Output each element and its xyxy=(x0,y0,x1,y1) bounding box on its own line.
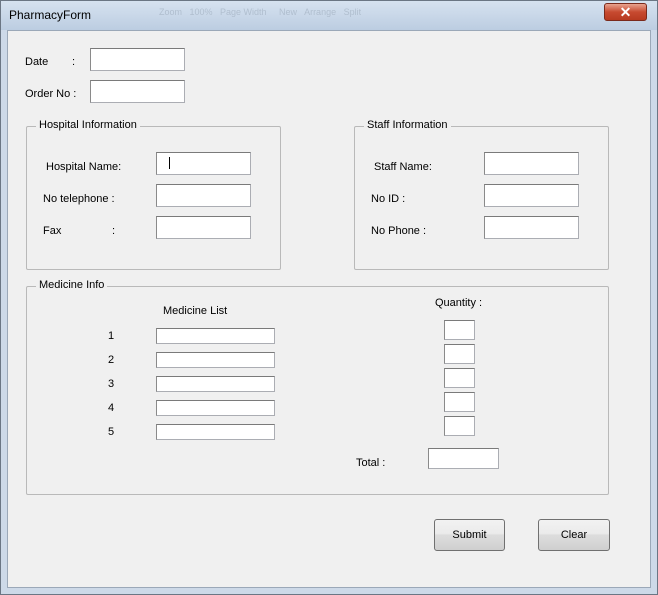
hospital-info-frame: Hospital Information Hospital Name: No t… xyxy=(26,119,281,270)
staff-phone-label: No Phone : xyxy=(371,225,427,237)
medicine-quantity-field[interactable] xyxy=(444,368,475,388)
staff-name-field[interactable] xyxy=(484,152,579,175)
staff-id-label: No ID : xyxy=(371,193,406,205)
window-title: PharmacyForm xyxy=(9,8,92,22)
medicine-name-field[interactable] xyxy=(156,328,275,344)
medicine-info-caption: Medicine Info xyxy=(36,279,108,291)
medicine-row-number: 3 xyxy=(108,378,115,390)
hospital-telephone-field[interactable] xyxy=(156,184,251,207)
close-button[interactable]: ✕ xyxy=(604,3,647,21)
total-label: Total : xyxy=(356,457,386,469)
date-label: Date xyxy=(25,56,49,68)
medicine-name-field[interactable] xyxy=(156,424,275,440)
background-ghost-text: Zoom 100% Page Width New Arrange Split xyxy=(159,7,362,17)
medicine-row-number: 5 xyxy=(108,426,115,438)
hospital-name-field[interactable] xyxy=(156,152,251,175)
medicine-row-number: 1 xyxy=(108,330,115,342)
hospital-info-caption: Hospital Information xyxy=(36,119,140,131)
form-client-area: Date : Order No : Hospital Information H… xyxy=(7,30,651,588)
order-no-field[interactable] xyxy=(90,80,185,103)
order-no-label: Order No : xyxy=(25,88,77,100)
medicine-row-number: 4 xyxy=(108,402,115,414)
date-colon: : xyxy=(72,56,76,68)
staff-phone-field[interactable] xyxy=(484,216,579,239)
staff-info-frame: Staff Information Staff Name: No ID : No… xyxy=(354,119,609,270)
hospital-name-label: Hospital Name: xyxy=(46,161,122,173)
pharmacy-form-window: PharmacyForm Zoom 100% Page Width New Ar… xyxy=(0,0,658,595)
medicine-name-field[interactable] xyxy=(156,400,275,416)
staff-name-label: Staff Name: xyxy=(374,161,432,173)
staff-info-caption: Staff Information xyxy=(364,119,451,131)
medicine-name-field[interactable] xyxy=(156,376,275,392)
close-icon: ✕ xyxy=(619,4,632,20)
staff-id-field[interactable] xyxy=(484,184,579,207)
hospital-fax-colon: : xyxy=(112,225,116,237)
date-field[interactable] xyxy=(90,48,185,71)
medicine-quantity-field[interactable] xyxy=(444,392,475,412)
title-bar[interactable]: PharmacyForm Zoom 100% Page Width New Ar… xyxy=(1,1,657,30)
medicine-quantity-field[interactable] xyxy=(444,416,475,436)
medicine-list-header: Medicine List xyxy=(163,305,228,317)
medicine-name-field[interactable] xyxy=(156,352,275,368)
medicine-quantity-field[interactable] xyxy=(444,344,475,364)
hospital-fax-field[interactable] xyxy=(156,216,251,239)
medicine-row-number: 2 xyxy=(108,354,115,366)
clear-button[interactable]: Clear xyxy=(538,519,610,551)
total-field[interactable] xyxy=(428,448,499,469)
text-cursor xyxy=(169,157,170,169)
hospital-fax-label: Fax xyxy=(43,225,62,237)
hospital-telephone-label: No telephone : xyxy=(43,193,115,205)
medicine-quantity-field[interactable] xyxy=(444,320,475,340)
submit-button[interactable]: Submit xyxy=(434,519,505,551)
medicine-info-frame: Medicine Info Medicine List Quantity : 1… xyxy=(26,279,609,495)
quantity-header: Quantity : xyxy=(435,297,483,309)
